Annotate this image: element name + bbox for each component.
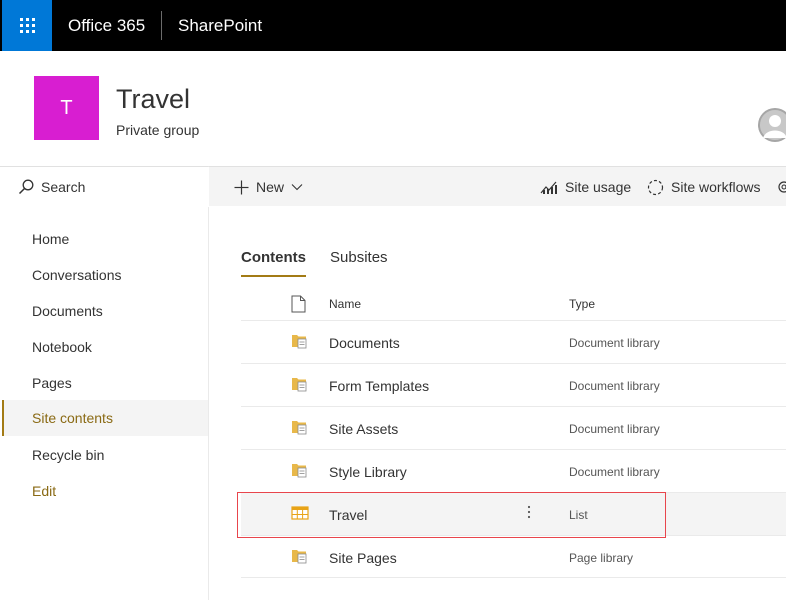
command-bar: New Site usage Site workflows xyxy=(209,166,786,206)
document-library-icon xyxy=(291,462,309,483)
tab-contents[interactable]: Contents xyxy=(241,249,306,266)
row-name[interactable]: Site Pages xyxy=(329,550,397,566)
table-row[interactable]: Site Pages Page library xyxy=(241,535,786,578)
site-title[interactable]: Travel xyxy=(116,84,190,115)
nav-item-notebook[interactable]: Notebook xyxy=(2,329,208,365)
row-name[interactable]: Style Library xyxy=(329,464,407,480)
column-header-name[interactable]: Name xyxy=(329,297,361,311)
row-name[interactable]: Site Assets xyxy=(329,421,398,437)
nav-item-home[interactable]: Home xyxy=(2,221,208,257)
search-icon xyxy=(18,179,34,195)
row-name[interactable]: Travel xyxy=(329,507,367,523)
nav-item-site-contents[interactable]: Site contents xyxy=(2,400,208,436)
gear-icon xyxy=(778,181,786,193)
settings-button[interactable] xyxy=(776,167,786,207)
app-launcher-button[interactable] xyxy=(2,0,52,51)
search-box[interactable]: Search xyxy=(0,167,209,207)
nav-item-documents[interactable]: Documents xyxy=(2,293,208,329)
list-icon xyxy=(291,505,309,526)
row-type: Document library xyxy=(569,379,660,393)
nav-item-pages[interactable]: Pages xyxy=(2,365,208,401)
new-button[interactable]: New xyxy=(234,167,303,207)
site-workflows-label: Site workflows xyxy=(671,179,761,195)
row-name[interactable]: Documents xyxy=(329,335,400,351)
row-name[interactable]: Form Templates xyxy=(329,378,429,394)
search-label: Search xyxy=(41,179,86,195)
document-library-icon xyxy=(291,333,309,354)
file-type-header-icon xyxy=(291,295,306,318)
table-row[interactable]: Travel List xyxy=(241,492,786,535)
row-type: List xyxy=(569,508,588,522)
table-row[interactable]: Style Library Document library xyxy=(241,449,786,492)
suite-divider xyxy=(161,11,162,40)
row-type: Document library xyxy=(569,465,660,479)
person-icon xyxy=(758,108,786,142)
row-type: Document library xyxy=(569,336,660,350)
tab-subsites[interactable]: Subsites xyxy=(330,249,388,266)
nav-item-conversations[interactable]: Conversations xyxy=(2,257,208,293)
table-row[interactable]: Form Templates Document library xyxy=(241,363,786,406)
column-header-type[interactable]: Type xyxy=(569,297,595,311)
chevron-down-icon xyxy=(291,184,303,191)
site-logo-letter: T xyxy=(60,96,73,119)
workflow-icon xyxy=(647,179,664,195)
more-vertical-icon xyxy=(527,505,531,519)
site-usage-button[interactable]: Site usage xyxy=(540,167,631,207)
plus-icon xyxy=(234,180,249,194)
table-row[interactable]: Site Assets Document library xyxy=(241,406,786,449)
site-usage-label: Site usage xyxy=(565,179,632,195)
row-type: Page library xyxy=(569,551,634,565)
avatar[interactable] xyxy=(758,108,786,142)
new-button-label: New xyxy=(256,179,285,195)
table-row[interactable]: Documents Document library xyxy=(241,320,786,363)
site-logo[interactable]: T xyxy=(34,76,99,140)
document-library-icon xyxy=(291,419,309,440)
tab-active-indicator xyxy=(241,275,306,277)
nav-item-recycle-bin[interactable]: Recycle bin xyxy=(2,437,208,473)
suite-bar: Office 365 SharePoint xyxy=(0,0,786,51)
site-usage-icon xyxy=(540,181,557,194)
sharepoint-link[interactable]: SharePoint xyxy=(178,16,262,36)
row-type: Document library xyxy=(569,422,660,436)
more-options-button[interactable] xyxy=(527,505,531,522)
site-subtitle: Private group xyxy=(116,122,200,138)
office365-link[interactable]: Office 365 xyxy=(68,16,145,36)
nav-edit-link[interactable]: Edit xyxy=(2,473,208,509)
waffle-icon xyxy=(19,18,35,33)
site-workflows-button[interactable]: Site workflows xyxy=(647,167,760,207)
document-library-icon xyxy=(291,548,309,569)
document-library-icon xyxy=(291,376,309,397)
